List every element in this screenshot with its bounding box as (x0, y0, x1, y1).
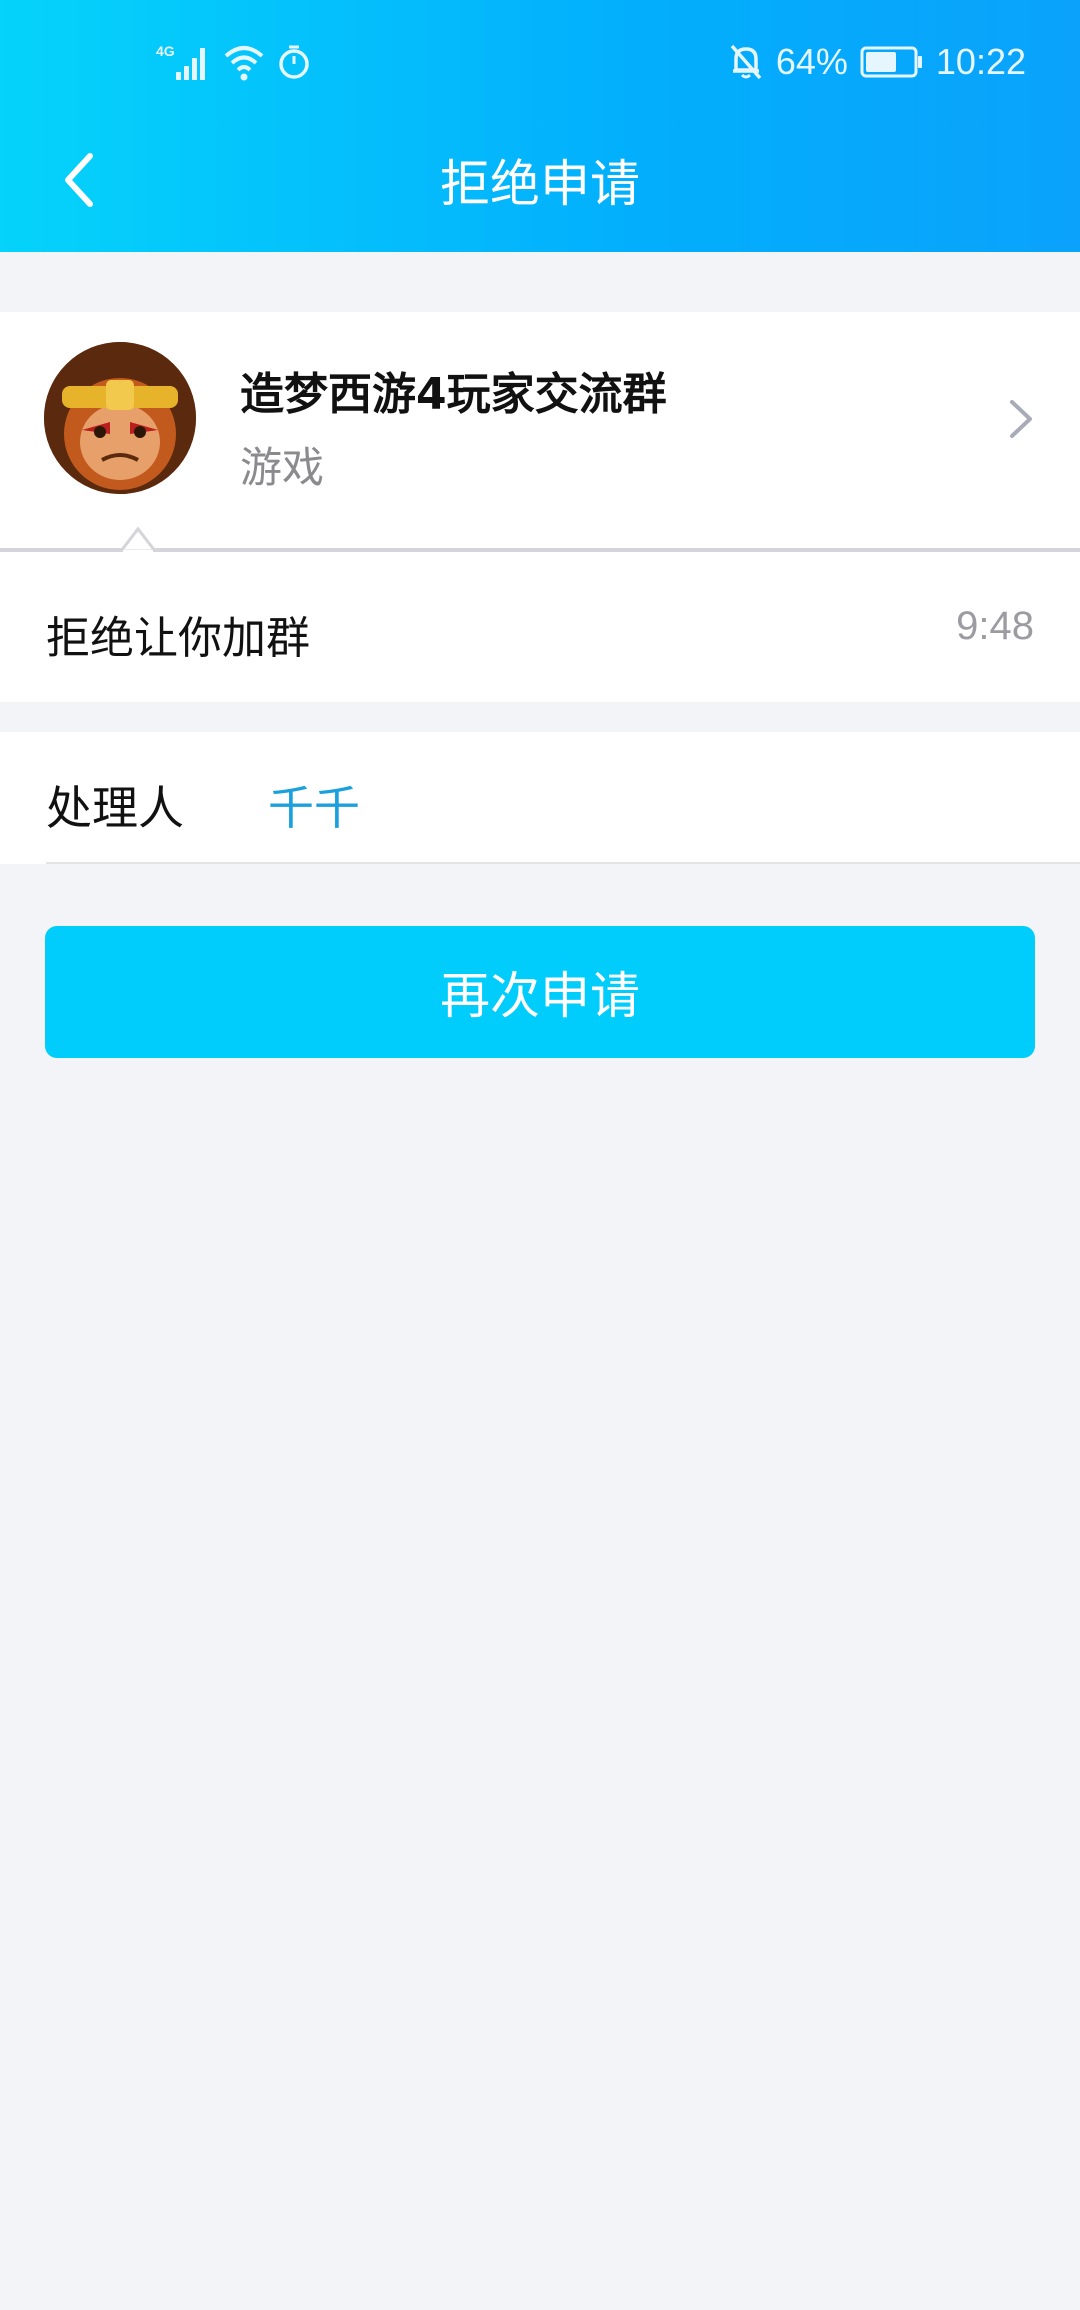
svg-text:4G: 4G (156, 43, 175, 59)
nav-bar: 拒绝申请 (0, 130, 1080, 230)
status-bar: 4G 64% 10:22 (0, 0, 1080, 120)
message-time: 9:48 (956, 604, 1034, 648)
status-right: 64% 10:22 (728, 36, 1026, 88)
rejection-message: 拒绝让你加群 (46, 613, 310, 664)
app-header: 4G 64% 10:22 拒绝申请 (0, 0, 1080, 252)
row-divider (46, 862, 1080, 864)
chevron-right-icon (1010, 400, 1032, 438)
status-left: 4G (156, 40, 312, 84)
battery-percent: 64% (775, 41, 848, 82)
monkey-king-avatar-icon (44, 342, 196, 494)
handler-label: 处理人 (46, 781, 184, 835)
wifi-icon (224, 46, 264, 81)
battery-icon (860, 46, 922, 78)
page-title: 拒绝申请 (440, 155, 640, 213)
bell-muted-icon (730, 44, 762, 80)
group-card[interactable]: 造梦西游4玩家交流群 游戏 (0, 312, 1080, 548)
timer-icon (279, 45, 309, 79)
group-category: 游戏 (240, 443, 325, 492)
group-name: 造梦西游4玩家交流群 (240, 369, 667, 420)
clock: 10:22 (935, 41, 1026, 82)
message-row: 拒绝让你加群 9:48 (0, 552, 1080, 702)
group-avatar (44, 342, 196, 494)
handler-name-link[interactable]: 千千 (268, 772, 360, 838)
signal-4g-icon: 4G (156, 43, 205, 80)
handler-row: 处理人 千千 (0, 732, 1080, 864)
reapply-button[interactable]: 再次申请 (45, 926, 1035, 1058)
